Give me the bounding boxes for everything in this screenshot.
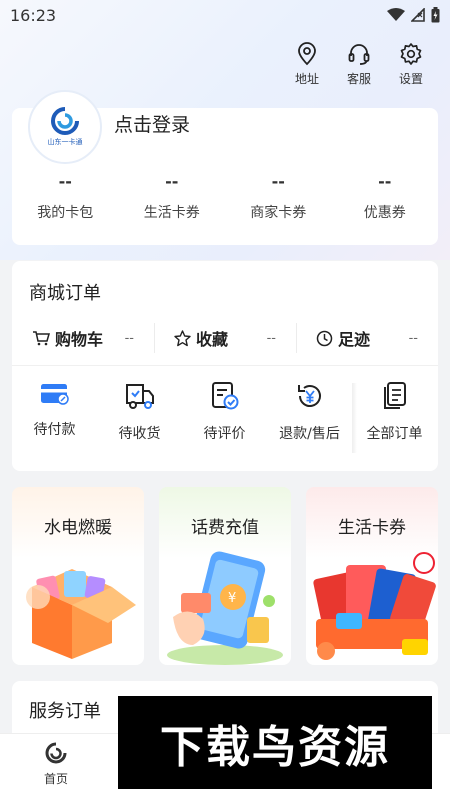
life-coupons-promo-card[interactable]: 生活卡券	[306, 487, 438, 665]
clock-icon	[316, 330, 333, 346]
wallet-value: --	[378, 172, 392, 191]
footprints-link[interactable]: 足迹 --	[296, 321, 438, 355]
review-icon	[211, 382, 238, 410]
utilities-promo-card[interactable]: 水电燃暖	[12, 487, 144, 665]
address-button[interactable]: 地址	[290, 42, 324, 87]
settings-button[interactable]: 设置	[394, 42, 428, 87]
favorites-label: 收藏	[196, 330, 229, 349]
mall-orders-title: 商城订单	[29, 283, 101, 304]
logo-text: 山东一卡通	[47, 138, 83, 146]
scroll-shadow	[352, 383, 357, 453]
settings-label: 设置	[398, 72, 423, 86]
pending-receipt-button[interactable]: 待收货	[97, 381, 182, 443]
home-logo-icon	[45, 742, 67, 764]
orders-list-icon	[383, 382, 406, 409]
address-label: 地址	[294, 72, 319, 86]
footprints-label: 足迹	[338, 330, 371, 349]
star-icon	[174, 329, 191, 346]
status-icons	[387, 7, 440, 23]
truck-icon	[125, 384, 154, 409]
wallet-row: -- 我的卡包 -- 生活卡券 -- 商家卡券 -- 优惠券	[12, 172, 438, 222]
watermark-banner: 下载鸟资源	[118, 696, 432, 789]
divider	[12, 365, 438, 366]
status-time: 16:23	[10, 6, 57, 25]
pending-payment-label: 待付款	[33, 422, 76, 438]
phone-recharge-promo-card[interactable]: 话费充值 ¥	[159, 487, 291, 665]
shopping-cart-link[interactable]: 购物车 --	[12, 321, 154, 355]
cart-icon	[33, 331, 50, 346]
location-pin-icon	[298, 42, 316, 66]
coupons-illustration-icon	[313, 552, 436, 660]
svg-text:¥: ¥	[228, 591, 236, 606]
signal-icon	[411, 8, 425, 22]
footprints-count: --	[408, 330, 418, 346]
shopping-cart-count: --	[124, 330, 134, 346]
avatar[interactable]: 山东一卡通	[28, 90, 102, 164]
refund-after-sales-button[interactable]: 退款/售后	[267, 381, 352, 443]
favorites-link[interactable]: 收藏 --	[154, 321, 296, 355]
service-orders-title: 服务订单	[29, 701, 101, 722]
wallet-item-merchant-coupons[interactable]: -- 商家卡券	[225, 172, 332, 222]
card-payment-icon	[40, 384, 69, 405]
wallet-label: 我的卡包	[37, 205, 94, 221]
pending-review-button[interactable]: 待评价	[182, 381, 267, 443]
customer-service-button[interactable]: 客服	[342, 42, 376, 87]
favorites-count: --	[266, 330, 276, 346]
tab-home-label: 首页	[43, 772, 68, 786]
phone-recharge-illustration-icon: ¥	[167, 551, 283, 665]
order-status-row: 待付款 待收货 待评价 退款/售后 全部订单	[12, 381, 438, 443]
battery-icon	[431, 7, 440, 23]
wallet-item-discount-coupons[interactable]: -- 优惠券	[332, 172, 439, 222]
wallet-item-life-coupons[interactable]: -- 生活卡券	[119, 172, 226, 222]
status-bar: 16:23	[0, 0, 450, 32]
all-orders-label: 全部订单	[366, 426, 423, 442]
phone-recharge-promo-title: 话费充值	[191, 518, 259, 538]
wallet-value: --	[271, 172, 285, 191]
gear-icon	[400, 43, 422, 65]
pending-review-label: 待评价	[203, 426, 246, 442]
wifi-icon	[387, 8, 405, 21]
brand-logo-icon	[51, 107, 79, 135]
gift-box-illustration-icon	[26, 569, 136, 659]
pending-payment-button[interactable]: 待付款	[12, 381, 97, 443]
shopping-cart-label: 购物车	[55, 330, 104, 349]
headset-icon	[348, 44, 370, 65]
tab-home[interactable]: 首页	[36, 742, 76, 787]
login-link[interactable]: 点击登录	[114, 110, 190, 137]
wallet-value: --	[165, 172, 179, 191]
wallet-label: 优惠券	[363, 205, 406, 221]
wallet-value: --	[58, 172, 72, 191]
user-card: 山东一卡通 点击登录 -- 我的卡包 -- 生活卡券 -- 商家卡券 -- 优惠…	[12, 90, 438, 245]
all-orders-button[interactable]: 全部订单	[352, 381, 437, 443]
wallet-label: 生活卡券	[143, 205, 200, 221]
refund-icon	[297, 385, 321, 407]
life-coupons-promo-title: 生活卡券	[338, 518, 406, 538]
refund-after-sales-label: 退款/售后	[279, 426, 340, 442]
utilities-promo-title: 水电燃暖	[44, 518, 112, 538]
header-actions: 地址 客服 设置	[290, 42, 428, 87]
wallet-label: 商家卡券	[250, 205, 307, 221]
customer-service-label: 客服	[346, 72, 371, 86]
quick-links-row: 购物车 -- 收藏 -- 足迹 --	[12, 321, 438, 355]
pending-receipt-label: 待收货	[118, 426, 161, 442]
wallet-item-card-pack[interactable]: -- 我的卡包	[12, 172, 119, 222]
mall-orders-card: 商城订单 购物车 -- 收藏 -- 足迹 -- 待付款 待收货 待评价 退款/售…	[12, 261, 438, 471]
